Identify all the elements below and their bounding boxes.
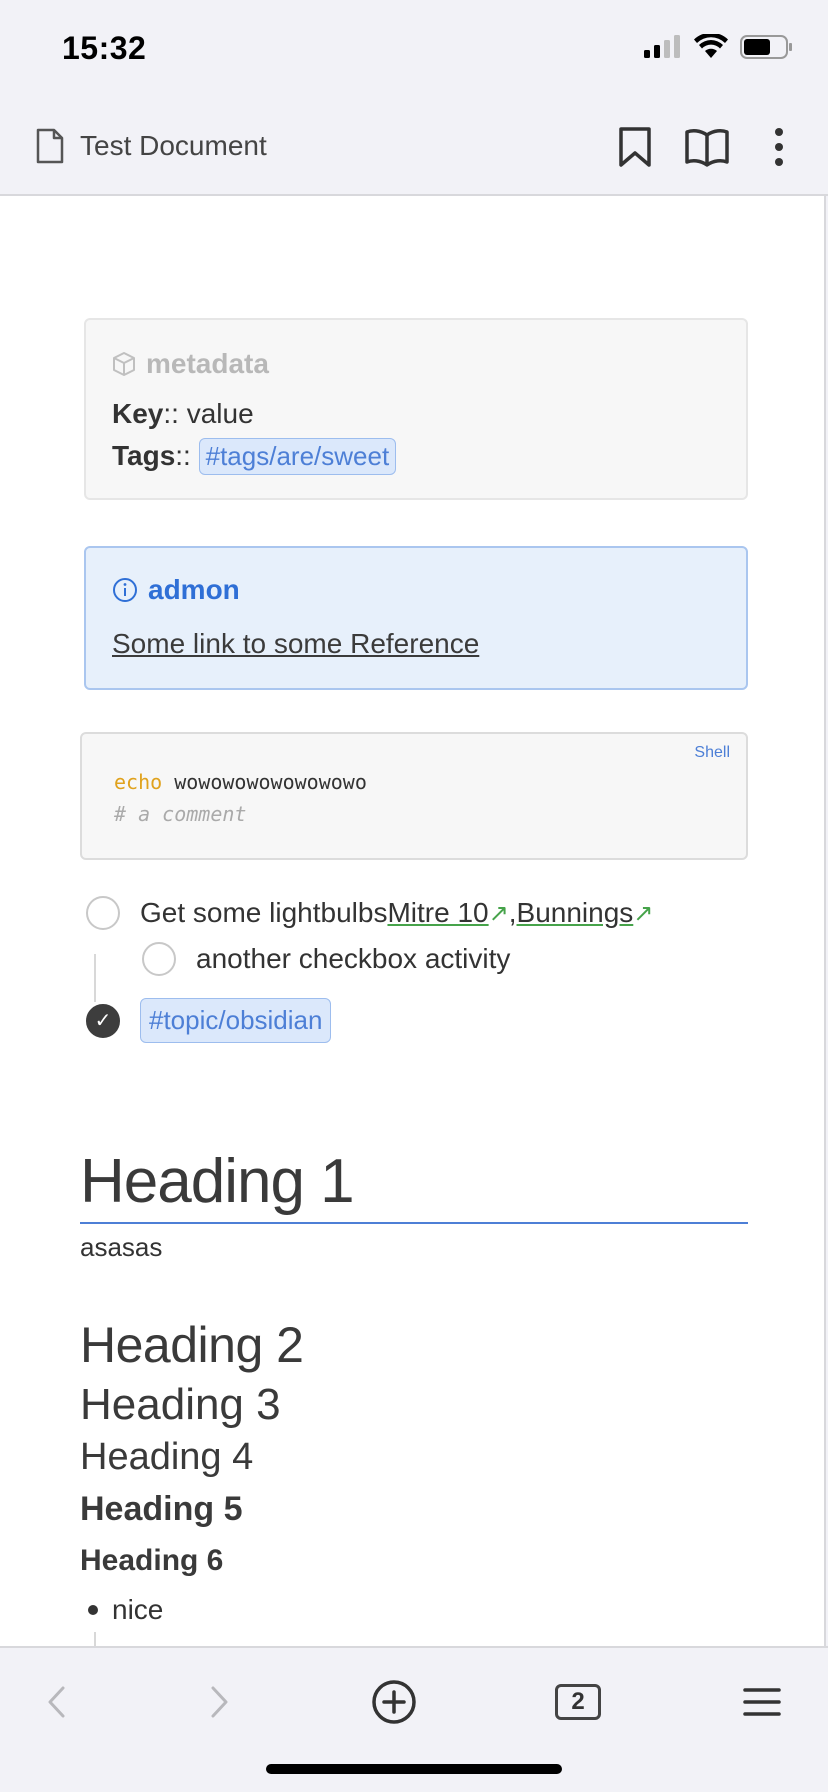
indent-guide: [94, 1632, 96, 1646]
heading-4: Heading 4: [80, 1436, 254, 1478]
metadata-separator: ::: [175, 440, 199, 471]
admonition-title-label: admon: [148, 574, 240, 605]
code-keyword: echo: [114, 770, 163, 794]
nav-bar: Test Document: [0, 100, 828, 196]
task-item-nested: another checkbox activity: [142, 942, 510, 976]
heading-2: Heading 2: [80, 1317, 304, 1373]
heading-1: Heading 1: [80, 1147, 355, 1216]
tabs-button[interactable]: 2: [550, 1674, 606, 1730]
battery-icon: [740, 35, 792, 59]
checkmark-icon: ✓: [94, 1010, 112, 1032]
document-icon: [36, 128, 64, 164]
wifi-icon: [694, 34, 728, 58]
more-vertical-icon: [775, 128, 783, 166]
paragraph: asasas: [80, 1232, 163, 1262]
external-link-mitre10[interactable]: Mitre 10: [387, 897, 488, 929]
forward-icon: [211, 1686, 228, 1718]
info-icon: [113, 578, 137, 602]
code-comment: # a comment: [114, 802, 247, 826]
external-link-bunnings[interactable]: Bunnings: [517, 897, 634, 929]
task-item: Get some lightbulbs Mitre 10 ↗, Bunnings ↗: [86, 896, 653, 930]
task-checkbox-checked[interactable]: ✓: [86, 1003, 120, 1038]
new-tab-button[interactable]: [366, 1674, 422, 1730]
heading-3: Heading 3: [80, 1380, 281, 1429]
admonition-title: admon: [112, 574, 240, 606]
task-separator: ,: [508, 897, 517, 928]
metadata-title-label: metadata: [146, 348, 269, 379]
heading-5: Heading 5: [80, 1490, 243, 1528]
menu-button[interactable]: [734, 1674, 790, 1730]
document-content[interactable]: metadata Key:: value Tags:: #tags/are/sw…: [0, 196, 826, 1646]
code-line: echo wowowowowowowowo: [114, 770, 367, 794]
list-item: nice: [88, 1594, 163, 1626]
metadata-row-tags: Tags:: #tags/are/sweet: [112, 438, 397, 475]
heading-6: Heading 6: [80, 1544, 224, 1577]
code-language-label: Shell: [694, 744, 730, 761]
reader-icon: [685, 129, 729, 167]
task-checkbox[interactable]: [86, 896, 120, 930]
task-item-done: ✓ #topic/obsidian: [86, 998, 332, 1043]
metadata-value: value: [186, 398, 254, 429]
document-title[interactable]: Test Document: [80, 130, 267, 162]
external-link-icon: ↗: [633, 899, 654, 927]
home-indicator: [266, 1764, 562, 1774]
tag-link[interactable]: #tags/are/sweet: [198, 438, 397, 475]
heading-1-underline: [80, 1222, 748, 1224]
task-text: Get some lightbulbs: [140, 897, 388, 928]
signal-icon: [644, 35, 680, 58]
metadata-block: metadata Key:: value Tags:: #tags/are/sw…: [84, 318, 748, 500]
indent-guide: [94, 954, 96, 1002]
task-text: another checkbox activity: [196, 943, 511, 974]
metadata-key: Key: [112, 398, 164, 429]
metadata-key: Tags: [112, 440, 176, 471]
cube-icon: [113, 352, 135, 376]
more-options-button[interactable]: [754, 122, 804, 172]
bookmark-button[interactable]: [610, 122, 660, 172]
back-button[interactable]: [28, 1674, 84, 1730]
reference-link[interactable]: Some link to some Reference: [112, 628, 479, 660]
new-tab-icon: [372, 1680, 416, 1724]
metadata-row-key: Key:: value: [112, 398, 254, 430]
tag-link[interactable]: #topic/obsidian: [140, 998, 332, 1043]
status-time: 15:32: [62, 30, 147, 66]
tabs-count: 2: [555, 1684, 601, 1720]
status-bar: 15:32: [0, 0, 828, 100]
code-argument: wowowowowowowowo: [174, 770, 367, 794]
menu-icon: [743, 1688, 781, 1716]
task-checkbox[interactable]: [142, 942, 176, 976]
metadata-separator: ::: [163, 398, 187, 429]
external-link-icon: ↗: [488, 899, 509, 927]
admonition-block: admon Some link to some Reference: [84, 546, 748, 690]
status-icons: [642, 34, 794, 60]
metadata-title: metadata: [112, 348, 269, 380]
code-block: Shell echo wowowowowowowowo # a comment: [80, 732, 748, 860]
list-item-text: nice: [112, 1594, 164, 1625]
back-icon: [48, 1686, 65, 1718]
reading-view-button[interactable]: [682, 122, 732, 172]
bullet-icon: [88, 1605, 98, 1615]
bookmark-icon: [619, 127, 651, 167]
forward-button[interactable]: [192, 1674, 248, 1730]
